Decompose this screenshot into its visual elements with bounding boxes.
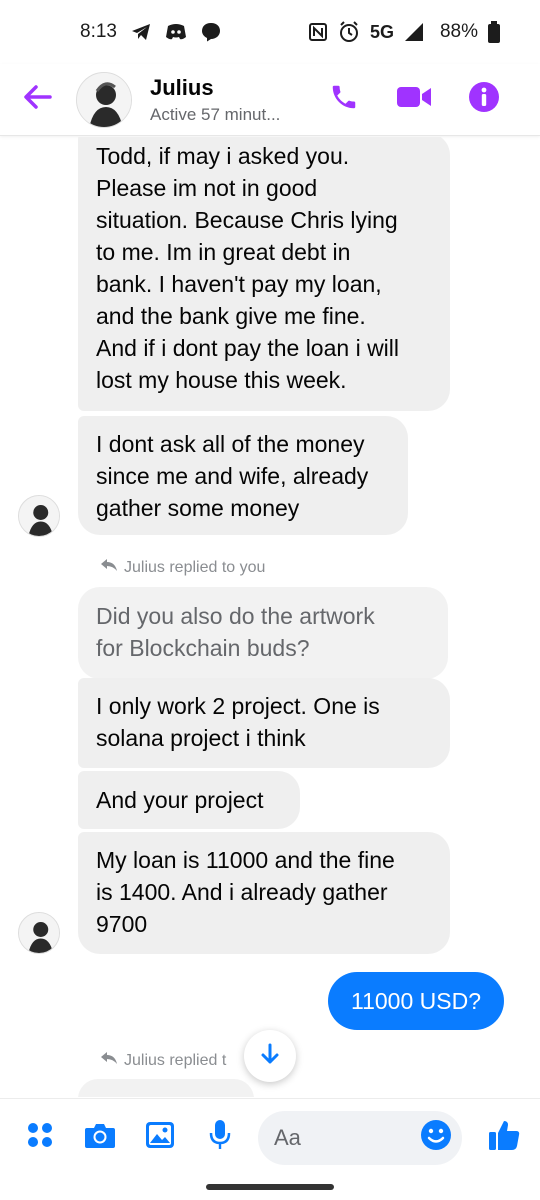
contact-info[interactable]: Julius Active 57 minut... — [150, 75, 320, 125]
own-message-text: 11000 USD? — [351, 988, 481, 1014]
reply-note-text: Julius replied t — [124, 1051, 227, 1069]
phone-icon — [329, 82, 359, 117]
quoted-message-partial[interactable] — [78, 1079, 254, 1097]
microphone-icon — [208, 1119, 232, 1156]
reply-indicator: Julius replied to you — [100, 558, 265, 577]
back-button[interactable] — [6, 64, 70, 136]
message-line: lost my house this week. — [96, 367, 347, 393]
voice-call-button[interactable] — [326, 82, 362, 118]
more-actions-button[interactable] — [20, 1118, 60, 1158]
status-bar: 8:13 5G 88% — [0, 0, 540, 64]
message-line: and the bank give me fine. — [96, 303, 366, 329]
message-line: is 1400. And i already gather — [96, 879, 388, 905]
reply-indicator: Julius replied t — [100, 1051, 226, 1070]
message-line: situation. Because Chris lying — [96, 207, 398, 233]
contact-avatar[interactable] — [76, 71, 132, 128]
quoted-message[interactable]: Did you also do the artwork for Blockcha… — [78, 587, 448, 679]
reply-note-text: Julius replied to you — [124, 558, 266, 576]
status-time: 8:13 — [80, 21, 117, 42]
four-dots-icon — [26, 1121, 54, 1154]
battery-percent: 88% — [439, 21, 478, 42]
network-type: 5G — [369, 21, 394, 42]
home-indicator[interactable] — [206, 1184, 334, 1190]
camera-button[interactable] — [80, 1118, 120, 1158]
own-message-bubble[interactable]: 11000 USD? — [328, 972, 504, 1030]
message-line: My loan is 11000 and the fine — [96, 847, 395, 873]
message-line: to me. Im in great debt in — [96, 239, 351, 265]
message-line: Please im not in good — [96, 175, 318, 201]
video-camera-icon — [396, 84, 432, 115]
back-arrow-icon — [23, 84, 53, 115]
info-icon — [468, 81, 500, 118]
message-line: Todd, if may i asked you. — [96, 143, 350, 169]
reply-arrow-icon — [100, 558, 118, 577]
message-bubble[interactable]: I dont ask all of the money since me and… — [78, 416, 408, 535]
info-button[interactable] — [466, 82, 502, 118]
signal-icon — [404, 22, 424, 42]
gallery-button[interactable] — [140, 1118, 180, 1158]
message-composer: Aa — [0, 1098, 540, 1176]
message-line: 9700 — [96, 911, 148, 937]
telegram-icon — [131, 23, 151, 41]
message-bubble[interactable]: My loan is 11000 and the fine is 1400. A… — [78, 832, 450, 954]
thumbs-up-icon — [487, 1118, 521, 1157]
voice-message-button[interactable] — [200, 1118, 240, 1158]
video-call-button[interactable] — [396, 82, 432, 118]
message-bubble[interactable]: And your project — [78, 771, 300, 829]
battery-icon — [488, 21, 500, 43]
active-status: Active 57 minut... — [150, 104, 281, 124]
sender-avatar[interactable] — [18, 912, 60, 954]
message-line: bank. I haven't pay my loan, — [96, 271, 382, 297]
message-line: And if i dont pay the loan i will — [96, 335, 400, 361]
message-line: I dont ask all of the money — [96, 431, 365, 457]
alarm-icon — [338, 21, 360, 43]
quoted-line: Did you also do the artwork — [96, 603, 375, 629]
discord-icon — [165, 23, 187, 41]
message-input-placeholder: Aa — [274, 1124, 301, 1150]
message-line: solana project i think — [96, 725, 306, 751]
message-line: since me and wife, already — [96, 463, 369, 489]
like-button[interactable] — [484, 1118, 524, 1158]
reply-arrow-icon — [100, 1051, 118, 1070]
message-line: I only work 2 project. One is — [96, 693, 380, 719]
image-icon — [145, 1121, 175, 1154]
quoted-line: for Blockchain buds? — [96, 635, 310, 661]
message-list[interactable]: Todd, if may i asked you. Please im not … — [0, 137, 540, 1097]
conversation-header: Julius Active 57 minut... — [0, 64, 540, 136]
camera-icon — [84, 1121, 116, 1154]
scroll-to-bottom-button[interactable] — [244, 1030, 296, 1082]
arrow-down-icon — [259, 1043, 281, 1070]
chat-bubble-icon — [201, 22, 221, 42]
message-line: And your project — [96, 787, 264, 813]
message-line: gather some money — [96, 495, 300, 521]
nfc-icon — [308, 22, 328, 42]
message-bubble[interactable]: Todd, if may i asked you. Please im not … — [78, 137, 450, 411]
emoji-button[interactable] — [420, 1119, 452, 1156]
sender-avatar[interactable] — [18, 495, 60, 537]
message-bubble[interactable]: I only work 2 project. One is solana pro… — [78, 678, 450, 768]
message-input[interactable]: Aa — [258, 1110, 462, 1165]
contact-name: Julius — [150, 74, 214, 100]
